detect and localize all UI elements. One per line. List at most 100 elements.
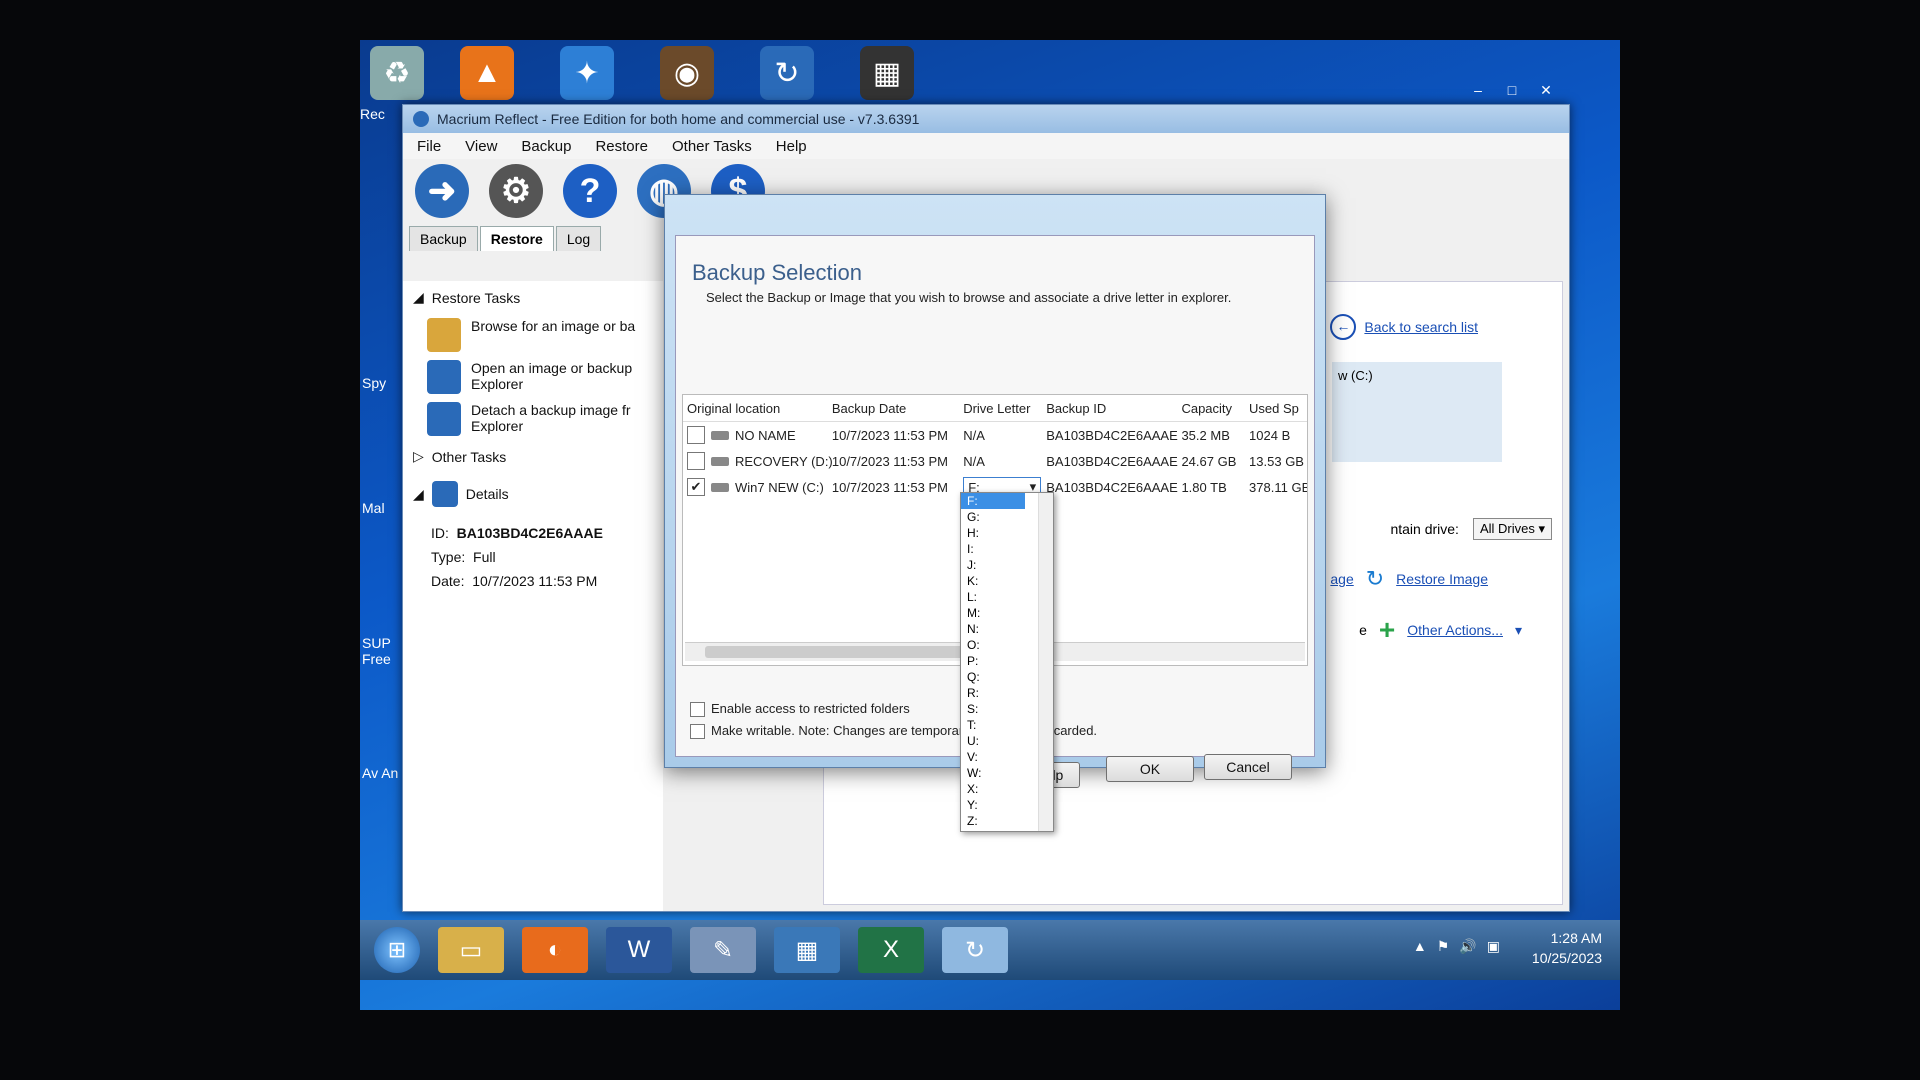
plus-icon: + bbox=[1378, 614, 1396, 645]
desktop-label-recycle: Rec bbox=[360, 106, 385, 122]
hard-drive-icon bbox=[711, 430, 729, 440]
excel-icon[interactable]: X bbox=[858, 927, 924, 973]
menu-bar: File View Backup Restore Other Tasks Hel… bbox=[403, 133, 1569, 159]
task-open-image[interactable]: Open an image or backup Explorer bbox=[403, 356, 663, 398]
restore-image-icon: ↻ bbox=[1365, 566, 1385, 591]
back-to-search-link[interactable]: Back to search list bbox=[1364, 319, 1478, 335]
scrollbar-thumb[interactable] bbox=[705, 646, 985, 658]
paint-icon[interactable]: ✎ bbox=[690, 927, 756, 973]
partial-e-label: e bbox=[1359, 622, 1367, 638]
clock[interactable]: 1:28 AM 10/25/2023 bbox=[1532, 928, 1602, 968]
bird-app-icon[interactable]: ✦ bbox=[560, 46, 614, 100]
row-used: 13.53 GB bbox=[1249, 453, 1304, 469]
task-browse-image[interactable]: Browse for an image or ba bbox=[403, 314, 663, 356]
explorer-icon[interactable]: ▭ bbox=[438, 927, 504, 973]
menu-help[interactable]: Help bbox=[776, 138, 807, 155]
task-label: Detach a backup image fr bbox=[471, 402, 631, 418]
clock-time: 1:28 AM bbox=[1550, 930, 1602, 946]
row-letter: N/A bbox=[963, 453, 985, 469]
tab-backup[interactable]: Backup bbox=[409, 226, 478, 251]
image-action-partial-link[interactable]: age bbox=[1330, 571, 1353, 587]
table-header: Original location Backup Date Drive Lett… bbox=[683, 395, 1307, 422]
expand-triangle-icon: ▷ bbox=[413, 448, 424, 464]
tray-expand-icon[interactable]: ▲ bbox=[1413, 938, 1427, 955]
app-logo-icon bbox=[413, 111, 429, 127]
row-date: 10/7/2023 11:53 PM bbox=[831, 453, 948, 469]
collapse-triangle-icon: ◢ bbox=[413, 289, 424, 305]
network-app-icon[interactable]: ▦ bbox=[774, 927, 840, 973]
start-button[interactable]: ⊞ bbox=[374, 927, 420, 973]
details-header[interactable]: ◢ Details bbox=[403, 473, 663, 515]
col-capacity[interactable]: Capacity bbox=[1181, 401, 1249, 416]
make-writable-checkbox[interactable] bbox=[690, 723, 705, 739]
recycle-bin-icon[interactable]: ♻ bbox=[370, 46, 424, 100]
row-letter: N/A bbox=[963, 427, 985, 443]
firefox-icon[interactable]: ◐ bbox=[522, 927, 588, 973]
detach-image-icon bbox=[427, 402, 461, 436]
macrium-taskbar-icon[interactable]: ↻ bbox=[942, 927, 1008, 973]
row-capacity: 35.2 MB bbox=[1181, 427, 1230, 443]
other-actions-link[interactable]: Other Actions... bbox=[1407, 622, 1503, 638]
table-row[interactable]: NO NAME 10/7/2023 11:53 PM N/A BA103BD4C… bbox=[683, 422, 1307, 448]
back-arrow-icon[interactable]: ← bbox=[1330, 314, 1357, 340]
all-drives-select[interactable]: All Drives ▾ bbox=[1472, 518, 1552, 540]
table-row[interactable]: RECOVERY (D:) 10/7/2023 11:53 PM N/A BA1… bbox=[683, 448, 1307, 474]
col-backup-date[interactable]: Backup Date bbox=[832, 401, 963, 416]
volume-icon[interactable]: 🔊 bbox=[1459, 938, 1476, 955]
network-icon[interactable]: ▣ bbox=[1487, 938, 1500, 955]
row-location: NO NAME bbox=[735, 427, 796, 443]
all-drives-value: All Drives bbox=[1479, 521, 1535, 536]
chevron-down-icon[interactable]: ▾ bbox=[1515, 622, 1522, 639]
other-tasks-header[interactable]: ▷ Other Tasks bbox=[403, 440, 663, 473]
disc-app-icon[interactable]: ◉ bbox=[660, 46, 714, 100]
col-original-location[interactable]: Original location bbox=[683, 401, 832, 416]
task-label: Browse for an image or ba bbox=[471, 318, 636, 334]
dropdown-option[interactable]: F: bbox=[961, 493, 1025, 509]
window-titlebar[interactable]: Macrium Reflect - Free Edition for both … bbox=[403, 105, 1569, 133]
row-checkbox-checked[interactable]: ✔ bbox=[687, 478, 705, 496]
menu-view[interactable]: View bbox=[465, 138, 497, 155]
col-used-space[interactable]: Used Sp bbox=[1249, 401, 1307, 416]
menu-file[interactable]: File bbox=[417, 138, 441, 155]
ok-button[interactable]: OK bbox=[1106, 756, 1194, 782]
restore-image-link[interactable]: Restore Image bbox=[1396, 571, 1488, 587]
list-scrollbar[interactable] bbox=[1038, 493, 1053, 831]
row-location: RECOVERY (D:) bbox=[735, 453, 832, 469]
minimize-button[interactable]: – bbox=[1461, 79, 1495, 101]
menu-restore[interactable]: Restore bbox=[595, 138, 648, 155]
flag-icon[interactable]: ⚑ bbox=[1437, 938, 1450, 955]
date-label: Date: bbox=[431, 573, 465, 589]
desktop-label-spy: Spy bbox=[362, 375, 387, 391]
details-panel: ID: BA103BD4C2E6AAAE Type: Full Date: 10… bbox=[403, 515, 663, 599]
row-checkbox[interactable] bbox=[687, 426, 705, 444]
col-drive-letter[interactable]: Drive Letter bbox=[963, 401, 1046, 416]
settings-gears-icon[interactable]: ⚙ bbox=[489, 164, 543, 218]
row-id: BA103BD4C2E6AAAE bbox=[1046, 453, 1178, 469]
restore-tasks-header[interactable]: ◢ Restore Tasks bbox=[403, 281, 663, 314]
help-icon[interactable]: ? bbox=[563, 164, 617, 218]
backup-disc-icon[interactable]: ➜ bbox=[415, 164, 469, 218]
drive-letter-options-list: F: G: H: I: J: K: L: M: N: O: P: Q: R: S… bbox=[960, 492, 1054, 832]
grid-app-icon[interactable]: ▦ bbox=[860, 46, 914, 100]
taskbar: ⊞ ▭ ◐ W ✎ ▦ X ↻ ▲ ⚑ 🔊 ▣ 1:28 AM 10/25/20… bbox=[360, 920, 1620, 980]
desktop-label-sup: SUP Free bbox=[362, 635, 391, 667]
close-button[interactable]: ✕ bbox=[1529, 79, 1563, 101]
col-backup-id[interactable]: Backup ID bbox=[1046, 401, 1181, 416]
task-label-line2: Explorer bbox=[471, 418, 524, 434]
tab-restore[interactable]: Restore bbox=[479, 226, 554, 251]
system-tray: ▲ ⚑ 🔊 ▣ bbox=[1413, 938, 1500, 955]
open-image-icon bbox=[427, 360, 461, 394]
maximize-button[interactable]: □ bbox=[1495, 79, 1529, 101]
restricted-folders-checkbox[interactable] bbox=[690, 701, 705, 717]
row-checkbox[interactable] bbox=[687, 452, 705, 470]
menu-other-tasks[interactable]: Other Tasks bbox=[672, 138, 752, 155]
macrium-shortcut-icon[interactable]: ↻ bbox=[760, 46, 814, 100]
task-detach-image[interactable]: Detach a backup image fr Explorer bbox=[403, 398, 663, 440]
menu-backup[interactable]: Backup bbox=[521, 138, 571, 155]
tab-log[interactable]: Log bbox=[555, 226, 602, 251]
vlc-icon[interactable]: ▲ bbox=[460, 46, 514, 100]
desktop-label-mal: Mal bbox=[362, 500, 385, 516]
word-icon[interactable]: W bbox=[606, 927, 672, 973]
restricted-folders-label: Enable access to restricted folders bbox=[711, 701, 910, 716]
cancel-button[interactable]: Cancel bbox=[1204, 754, 1292, 780]
